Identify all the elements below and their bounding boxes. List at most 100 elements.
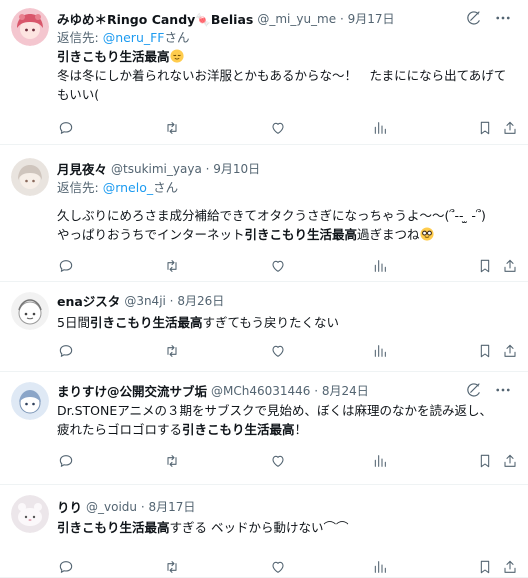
like-icon[interactable] xyxy=(269,558,287,576)
retweet-icon[interactable] xyxy=(163,119,181,137)
views-icon[interactable] xyxy=(371,452,389,470)
tweet-text: 久しぶりにめろさま成分補給できてオタクうさぎになっちゃうよ〜〜(՞-- ̫ -՞… xyxy=(57,208,486,242)
display-name[interactable]: りり xyxy=(57,497,82,516)
share-icon[interactable] xyxy=(501,342,519,360)
tweet-actions xyxy=(57,558,518,578)
tweet-date[interactable]: 8月17日 xyxy=(148,500,195,514)
views-icon[interactable] xyxy=(371,558,389,576)
tweet-body: みゆめ＊Ringo Candy🍬Belias @_mi_yu_me · 9月17… xyxy=(57,8,516,104)
tweet[interactable]: まりすけ@公開交流サブ垢 @MCh46031446 · 8月24日 Dr.STO… xyxy=(0,372,528,485)
bookmark-icon[interactable] xyxy=(476,257,494,275)
tweet-actions xyxy=(57,452,518,472)
highlight-text: 引きこもり生活最高 xyxy=(57,520,170,535)
avatar[interactable] xyxy=(11,495,49,533)
share-icon[interactable] xyxy=(501,558,519,576)
tweet-text: Dr.STONEアニメの３期をサブスクで見始め、ぼくは麻理のなかを読み返し、 疲… xyxy=(57,403,492,437)
highlight-text: 引きこもり生活最高 xyxy=(89,315,203,330)
avatar[interactable] xyxy=(11,382,49,420)
nerd-face-emoji-icon xyxy=(419,227,434,241)
like-icon[interactable] xyxy=(269,257,287,275)
user-handle[interactable]: @_voidu xyxy=(86,500,137,514)
separator: · xyxy=(310,383,322,398)
separator: · xyxy=(336,11,348,26)
handle-and-date: @MCh46031446 · 8月24日 xyxy=(211,382,369,399)
more-icon[interactable] xyxy=(494,9,512,27)
share-icon[interactable] xyxy=(501,257,519,275)
grok-icon[interactable] xyxy=(464,9,482,27)
tweet[interactable]: 月見夜々 @tsukimi_yaya · 9月10日 返信先: @rnelo_さ… xyxy=(0,145,528,282)
tweet-feed: みゆめ＊Ringo Candy🍬Belias @_mi_yu_me · 9月17… xyxy=(0,0,528,578)
tweet-body: enaジスタ @3n4ji · 8月26日 5日間引きこもり生活最高すぎてもう戻… xyxy=(57,290,516,332)
tweet-header: みゆめ＊Ringo Candy🍬Belias @_mi_yu_me · 9月17… xyxy=(57,8,516,28)
user-handle[interactable]: @3n4ji xyxy=(124,294,166,308)
more-icon[interactable] xyxy=(494,381,512,399)
reply-icon[interactable] xyxy=(57,342,75,360)
tweet-body: りり @_voidu · 8月17日 引きこもり生活最高すぎる ベッドから動けな… xyxy=(57,496,516,537)
retweet-icon[interactable] xyxy=(163,342,181,360)
handle-and-date: @_mi_yu_me · 9月17日 xyxy=(257,10,394,27)
highlight-text: 引きこもり生活最高 xyxy=(244,227,358,242)
reply-icon[interactable] xyxy=(57,257,75,275)
avatar[interactable] xyxy=(11,292,49,330)
user-handle[interactable]: @tsukimi_yaya xyxy=(111,162,202,176)
handle-and-date: @_voidu · 8月17日 xyxy=(86,498,195,515)
tweet-body: まりすけ@公開交流サブ垢 @MCh46031446 · 8月24日 Dr.STO… xyxy=(57,380,516,439)
reply-handle-link[interactable]: @rnelo_ xyxy=(103,180,153,195)
avatar[interactable] xyxy=(11,158,49,196)
tweet-header: りり @_voidu · 8月17日 xyxy=(57,496,516,516)
handle-and-date: @tsukimi_yaya · 9月10日 xyxy=(111,160,260,177)
display-name[interactable]: 月見夜々 xyxy=(57,159,107,178)
retweet-icon[interactable] xyxy=(163,558,181,576)
separator: · xyxy=(201,161,214,176)
display-name[interactable]: みゆめ＊Ringo Candy🍬Belias xyxy=(57,9,253,28)
tweet-date[interactable]: 8月24日 xyxy=(322,384,369,398)
bookmark-icon[interactable] xyxy=(476,342,494,360)
display-name[interactable]: まりすけ@公開交流サブ垢 xyxy=(57,381,207,400)
tweet-date[interactable]: 9月10日 xyxy=(213,162,260,176)
tweet-actions xyxy=(57,342,518,362)
reply-to: 返信先: @rnelo_さん xyxy=(57,180,179,195)
handle-and-date: @3n4ji · 8月26日 xyxy=(124,292,224,309)
separator: · xyxy=(165,293,178,308)
reply-icon[interactable] xyxy=(57,119,75,137)
retweet-icon[interactable] xyxy=(163,257,181,275)
share-icon[interactable] xyxy=(501,452,519,470)
avatar[interactable] xyxy=(11,8,49,46)
tweet-header: まりすけ@公開交流サブ垢 @MCh46031446 · 8月24日 xyxy=(57,380,516,400)
tweet-header: enaジスタ @3n4ji · 8月26日 xyxy=(57,290,516,310)
bookmark-icon[interactable] xyxy=(476,119,494,137)
like-icon[interactable] xyxy=(269,119,287,137)
bookmark-icon[interactable] xyxy=(476,558,494,576)
views-icon[interactable] xyxy=(371,119,389,137)
separator: · xyxy=(137,499,149,514)
grok-icon[interactable] xyxy=(464,381,482,399)
retweet-icon[interactable] xyxy=(163,452,181,470)
highlight-text: 引きこもり生活最高 xyxy=(182,422,295,437)
tweet[interactable]: りり @_voidu · 8月17日 引きこもり生活最高すぎる ベッドから動けな… xyxy=(0,485,528,578)
like-icon[interactable] xyxy=(269,452,287,470)
reply-to: 返信先: @neru_FFさん xyxy=(57,30,190,45)
views-icon[interactable] xyxy=(371,342,389,360)
tweet-header: 月見夜々 @tsukimi_yaya · 9月10日 xyxy=(57,158,516,178)
display-name[interactable]: enaジスタ xyxy=(57,291,120,310)
tweet-date[interactable]: 9月17日 xyxy=(348,12,395,26)
relieved-face-emoji-icon xyxy=(169,49,184,63)
tweet-text: 引きこもり生活最高すぎる ベッドから動けない⌒⌒ xyxy=(57,520,349,535)
reply-icon[interactable] xyxy=(57,558,75,576)
user-handle[interactable]: @MCh46031446 xyxy=(211,384,310,398)
reply-icon[interactable] xyxy=(57,452,75,470)
bookmark-icon[interactable] xyxy=(476,452,494,470)
views-icon[interactable] xyxy=(371,257,389,275)
highlight-text: 引きこもり生活最高 xyxy=(57,49,170,64)
tweet-actions xyxy=(57,119,518,139)
user-handle[interactable]: @_mi_yu_me xyxy=(257,12,336,26)
like-icon[interactable] xyxy=(269,342,287,360)
tweet[interactable]: みゆめ＊Ringo Candy🍬Belias @_mi_yu_me · 9月17… xyxy=(0,0,528,145)
tweet[interactable]: enaジスタ @3n4ji · 8月26日 5日間引きこもり生活最高すぎてもう戻… xyxy=(0,282,528,372)
tweet-actions xyxy=(57,257,518,277)
tweet-date[interactable]: 8月26日 xyxy=(177,294,224,308)
reply-handle-link[interactable]: @neru_FF xyxy=(103,30,165,45)
tweet-body: 月見夜々 @tsukimi_yaya · 9月10日 返信先: @rnelo_さ… xyxy=(57,158,516,244)
tweet-text: 5日間引きこもり生活最高すぎてもう戻りたくない xyxy=(57,315,339,330)
share-icon[interactable] xyxy=(501,119,519,137)
